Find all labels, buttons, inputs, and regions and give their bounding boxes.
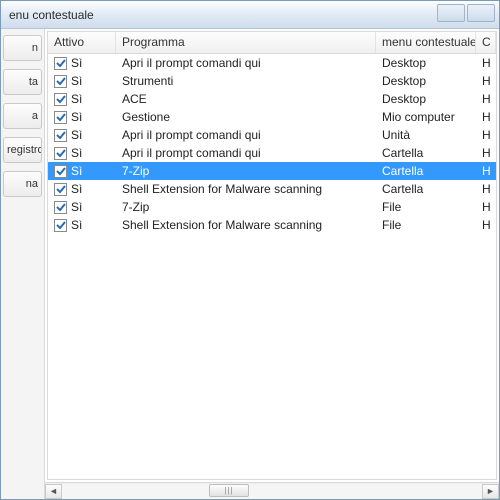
sidebar-button-2[interactable]: a — [3, 103, 42, 129]
checkbox[interactable] — [54, 165, 67, 178]
sidebar: n ta a registro na — [1, 29, 45, 499]
cell-last: H — [476, 73, 496, 89]
checkbox[interactable] — [54, 75, 67, 88]
sidebar-button-4[interactable]: na — [3, 171, 42, 197]
cell-attivo: Sì — [48, 217, 116, 233]
checkbox[interactable] — [54, 111, 67, 124]
cell-programma: Apri il prompt comandi qui — [116, 145, 376, 161]
sidebar-button-0[interactable]: n — [3, 35, 42, 61]
table-row[interactable]: Sì StrumentiDesktopH — [48, 72, 496, 90]
cell-last: H — [476, 145, 496, 161]
checkbox[interactable] — [54, 201, 67, 214]
attivo-value: Sì — [71, 218, 82, 232]
attivo-value: Sì — [71, 92, 82, 106]
cell-last: H — [476, 217, 496, 233]
cell-programma: 7-Zip — [116, 163, 376, 179]
attivo-value: Sì — [71, 146, 82, 160]
cell-last: H — [476, 181, 496, 197]
cell-attivo: Sì — [48, 109, 116, 125]
cell-last: H — [476, 163, 496, 179]
window-controls — [437, 4, 495, 22]
cell-attivo: Sì — [48, 55, 116, 71]
cell-menu: Cartella — [376, 145, 476, 161]
table-row[interactable]: Sì ACEDesktopH — [48, 90, 496, 108]
cell-programma: Strumenti — [116, 73, 376, 89]
minimize-button[interactable] — [437, 4, 465, 22]
table-row[interactable]: Sì Apri il prompt comandi quiCartellaH — [48, 144, 496, 162]
cell-last: H — [476, 109, 496, 125]
checkbox[interactable] — [54, 219, 67, 232]
scroll-right-icon[interactable]: ► — [482, 484, 499, 499]
cell-attivo: Sì — [48, 73, 116, 89]
attivo-value: Sì — [71, 56, 82, 70]
scroll-track[interactable]: ||| — [62, 484, 482, 499]
cell-last: H — [476, 199, 496, 215]
checkbox[interactable] — [54, 129, 67, 142]
cell-attivo: Sì — [48, 91, 116, 107]
cell-last: H — [476, 91, 496, 107]
cell-attivo: Sì — [48, 181, 116, 197]
cell-menu: Desktop — [376, 55, 476, 71]
window: enu contestuale n ta a registro na Attiv… — [0, 0, 500, 500]
attivo-value: Sì — [71, 74, 82, 88]
cell-menu: Desktop — [376, 91, 476, 107]
cell-programma: Apri il prompt comandi qui — [116, 55, 376, 71]
cell-last: H — [476, 55, 496, 71]
table-row[interactable]: Sì Apri il prompt comandi quiDesktopH — [48, 54, 496, 72]
cell-programma: Gestione — [116, 109, 376, 125]
cell-menu: Cartella — [376, 163, 476, 179]
cell-menu: File — [376, 199, 476, 215]
cell-programma: 7-Zip — [116, 199, 376, 215]
attivo-value: Sì — [71, 164, 82, 178]
checkbox[interactable] — [54, 183, 67, 196]
cell-attivo: Sì — [48, 145, 116, 161]
table-area: Attivo Programma menu contestuale C Sì Ap… — [45, 29, 499, 499]
data-grid: Attivo Programma menu contestuale C Sì Ap… — [47, 31, 497, 480]
table-rows: SìApri il prompt comandi quiDesktopHSìSt… — [48, 54, 496, 234]
cell-attivo: Sì — [48, 163, 116, 179]
table-header: Attivo Programma menu contestuale C — [48, 32, 496, 54]
cell-last: H — [476, 127, 496, 143]
table-row[interactable]: Sì 7-ZipCartellaH — [48, 162, 496, 180]
cell-menu: Cartella — [376, 181, 476, 197]
cell-programma: Shell Extension for Malware scanning — [116, 217, 376, 233]
cell-menu: Mio computer — [376, 109, 476, 125]
table-row[interactable]: Sì GestioneMio computerH — [48, 108, 496, 126]
maximize-button[interactable] — [467, 4, 495, 22]
scroll-thumb[interactable]: ||| — [209, 484, 249, 497]
scroll-left-icon[interactable]: ◄ — [45, 484, 62, 499]
header-programma[interactable]: Programma — [116, 32, 376, 53]
header-menu[interactable]: menu contestuale — [376, 32, 476, 53]
cell-attivo: Sì — [48, 127, 116, 143]
checkbox[interactable] — [54, 93, 67, 106]
sidebar-button-3[interactable]: registro — [3, 137, 42, 163]
cell-programma: ACE — [116, 91, 376, 107]
cell-attivo: Sì — [48, 199, 116, 215]
cell-programma: Shell Extension for Malware scanning — [116, 181, 376, 197]
cell-menu: Desktop — [376, 73, 476, 89]
checkbox[interactable] — [54, 57, 67, 70]
sidebar-button-1[interactable]: ta — [3, 69, 42, 95]
attivo-value: Sì — [71, 182, 82, 196]
table-row[interactable]: Sì Shell Extension for Malware scanningFi… — [48, 216, 496, 234]
window-body: n ta a registro na Attivo Programma menu… — [1, 29, 499, 499]
titlebar: enu contestuale — [1, 1, 499, 29]
attivo-value: Sì — [71, 110, 82, 124]
header-attivo[interactable]: Attivo — [48, 32, 116, 53]
table-row[interactable]: Sì Apri il prompt comandi quiUnitàH — [48, 126, 496, 144]
attivo-value: Sì — [71, 128, 82, 142]
header-last[interactable]: C — [476, 32, 496, 53]
attivo-value: Sì — [71, 200, 82, 214]
horizontal-scrollbar[interactable]: ◄ ||| ► — [45, 482, 499, 499]
cell-programma: Apri il prompt comandi qui — [116, 127, 376, 143]
cell-menu: File — [376, 217, 476, 233]
cell-menu: Unità — [376, 127, 476, 143]
table-row[interactable]: Sì Shell Extension for Malware scanningCa… — [48, 180, 496, 198]
table-row[interactable]: Sì 7-ZipFileH — [48, 198, 496, 216]
window-title: enu contestuale — [9, 8, 94, 22]
checkbox[interactable] — [54, 147, 67, 160]
